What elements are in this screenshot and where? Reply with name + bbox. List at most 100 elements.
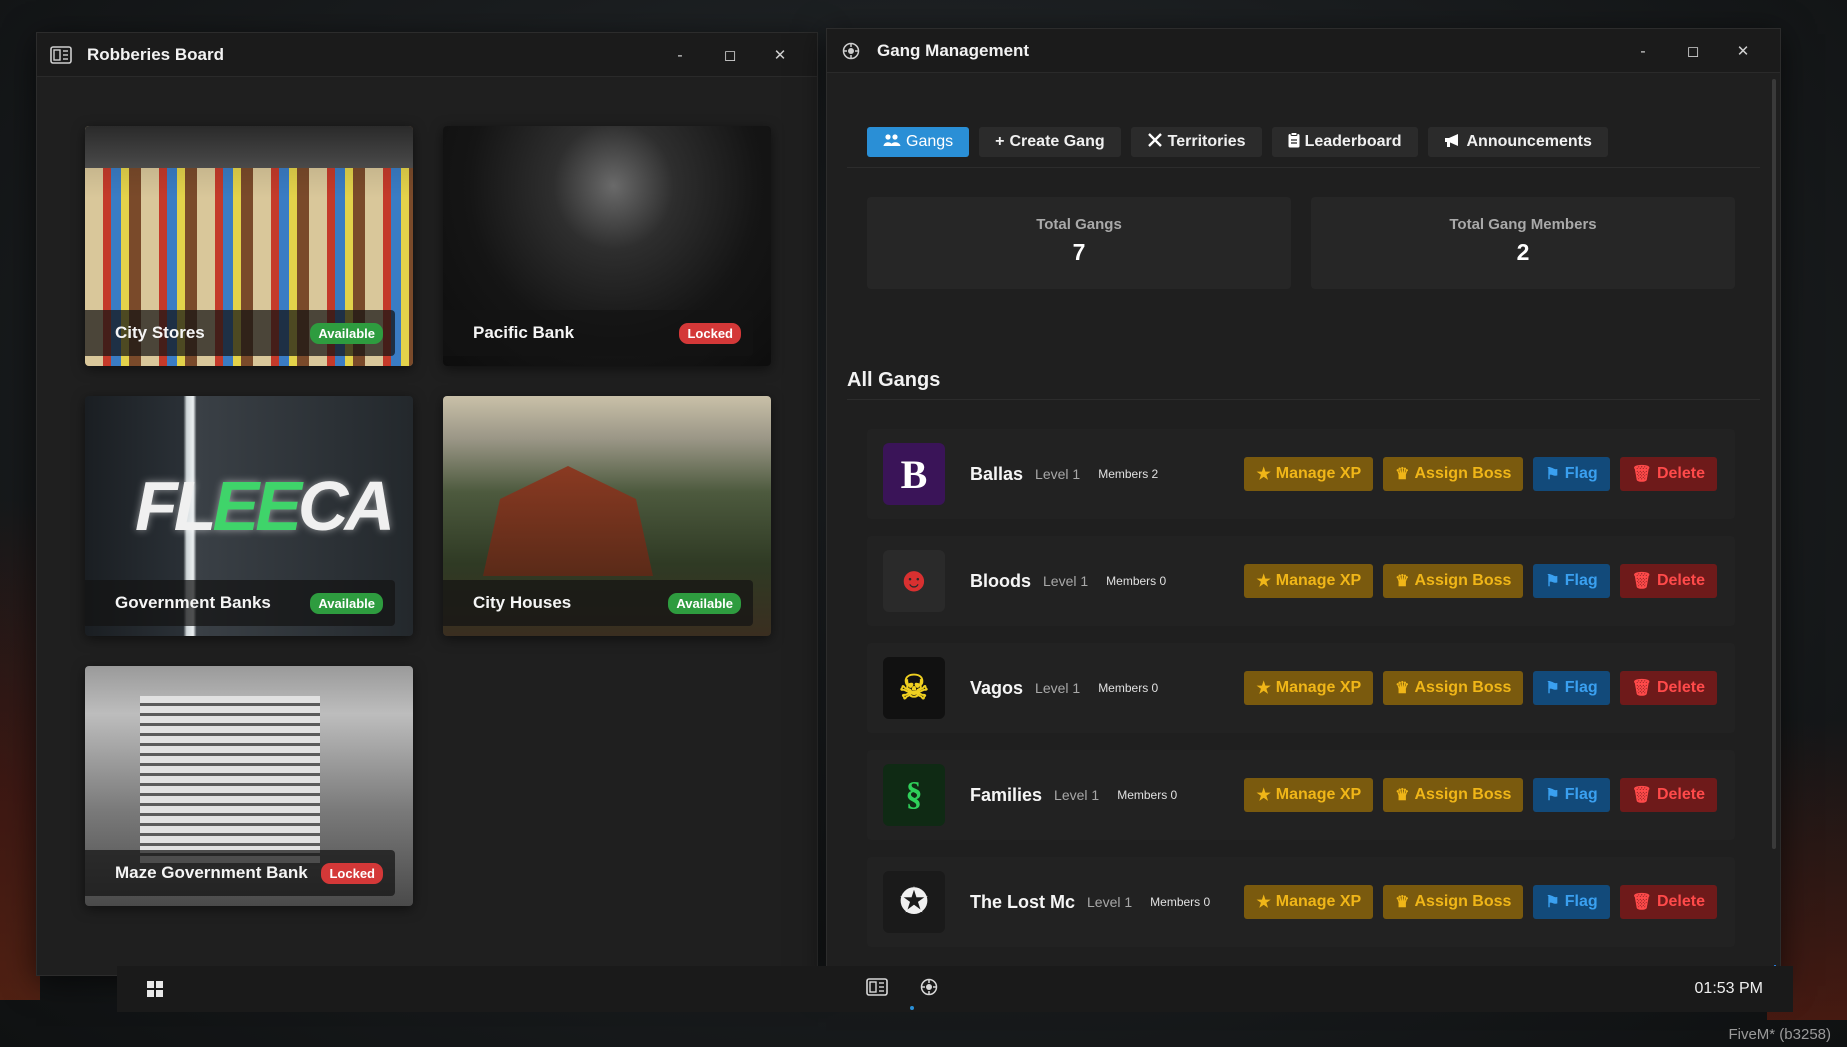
gang-management-window: Gang Management - ◻ ✕ Gangs + Create Gan…: [826, 28, 1781, 980]
section-divider: [847, 399, 1760, 400]
minimize-button[interactable]: -: [1618, 42, 1668, 60]
tab-territories[interactable]: Territories: [1130, 127, 1262, 157]
trash-icon: 🗑: [1631, 466, 1652, 483]
stat-value: 2: [1516, 239, 1530, 265]
assign-boss-button[interactable]: ♛ Assign Boss: [1383, 671, 1524, 705]
button-label: Delete: [1656, 465, 1705, 482]
close-button[interactable]: ✕: [1718, 42, 1768, 60]
gang-level: Level 1: [1035, 680, 1081, 696]
window-title: Gang Management: [877, 40, 1030, 60]
minimize-button[interactable]: -: [655, 46, 705, 64]
background-glow-left: [0, 500, 40, 1000]
delete-button[interactable]: 🗑 Delete: [1619, 778, 1717, 812]
gang-members: Members 0: [1098, 681, 1159, 695]
close-button[interactable]: ✕: [755, 46, 805, 64]
button-label: Assign Boss: [1414, 572, 1512, 589]
assign-boss-button[interactable]: ♛ Assign Boss: [1383, 457, 1524, 491]
taskbar-clock: 01:53 PM: [1694, 980, 1763, 997]
tab-leaderboard[interactable]: Leaderboard: [1271, 127, 1418, 157]
status-badge: Locked: [321, 862, 383, 884]
star-icon: ★: [1256, 787, 1271, 804]
flag-icon: ⚑: [1545, 894, 1560, 911]
assign-boss-button[interactable]: ♛ Assign Boss: [1383, 885, 1524, 919]
manage-xp-button[interactable]: ★ Manage XP: [1244, 457, 1374, 491]
gang-level: Level 1: [1043, 573, 1089, 589]
stat-value: 7: [1072, 239, 1086, 265]
flag-button[interactable]: ⚑ Flag: [1533, 564, 1610, 598]
fleeca-sign: FLEECA: [134, 467, 395, 545]
tab-gangs[interactable]: Gangs: [867, 127, 970, 157]
gang-row-the-lost-mc: ✪ The Lost Mc Level 1 Members 0 ★ Manage …: [867, 857, 1735, 947]
button-label: Flag: [1564, 679, 1598, 696]
trash-icon: 🗑: [1631, 573, 1652, 590]
gang-actions: ★ Manage XP ♛ Assign Boss ⚑ Flag 🗑 Delete: [1244, 778, 1717, 812]
flag-button[interactable]: ⚑ Flag: [1533, 885, 1610, 919]
gang-row-families: § Families Level 1 Members 0 ★ Manage XP …: [867, 750, 1735, 840]
button-label: Flag: [1564, 465, 1598, 482]
flag-icon: ⚑: [1545, 573, 1560, 590]
maximize-button[interactable]: ◻: [1668, 42, 1718, 60]
robbery-card-city-stores[interactable]: City Stores Available: [85, 126, 413, 366]
button-label: Flag: [1564, 786, 1598, 803]
card-label-bar: Government Banks Available: [85, 580, 395, 626]
gang-row-bloods: ☻ Bloods Level 1 Members 0 ★ Manage XP ♛ A…: [867, 536, 1735, 626]
robbery-card-pacific-bank[interactable]: Pacific Bank Locked: [443, 126, 771, 366]
flag-icon: ⚑: [1545, 787, 1560, 804]
star-icon: ★: [1256, 573, 1271, 590]
gang-name: Families: [970, 784, 1043, 805]
gang-name: Bloods: [970, 570, 1031, 591]
flag-button[interactable]: ⚑ Flag: [1533, 778, 1610, 812]
scrollbar[interactable]: [1772, 79, 1776, 849]
delete-button[interactable]: 🗑 Delete: [1619, 564, 1717, 598]
delete-button[interactable]: 🗑 Delete: [1619, 457, 1717, 491]
taskbar-gang-management[interactable]: [917, 977, 941, 1001]
manage-xp-button[interactable]: ★ Manage XP: [1244, 564, 1374, 598]
delete-button[interactable]: 🗑 Delete: [1619, 885, 1717, 919]
gang-actions: ★ Manage XP ♛ Assign Boss ⚑ Flag 🗑 Delete: [1244, 457, 1717, 491]
robbery-card-government-banks[interactable]: FLEECA Government Banks Available: [85, 396, 413, 636]
tab-create-gang[interactable]: + Create Gang: [979, 127, 1121, 157]
card-name: Maze Government Bank: [115, 863, 308, 882]
manage-xp-button[interactable]: ★ Manage XP: [1244, 885, 1374, 919]
card-label-bar: City Houses Available: [443, 580, 753, 626]
assign-boss-button[interactable]: ♛ Assign Boss: [1383, 778, 1524, 812]
status-badge: Available: [310, 322, 383, 344]
gang-titlebar[interactable]: Gang Management - ◻ ✕: [827, 29, 1780, 73]
windows-icon-tile: [156, 981, 163, 988]
families-logo-icon: §: [883, 764, 945, 826]
board-icon: [49, 45, 73, 65]
windows-icon-tile: [147, 990, 154, 997]
stat-label: Total Gangs: [1036, 216, 1122, 233]
manage-xp-button[interactable]: ★ Manage XP: [1244, 778, 1374, 812]
maximize-button[interactable]: ◻: [705, 46, 755, 64]
taskbar-robberies-board[interactable]: [865, 977, 914, 1010]
robberies-titlebar[interactable]: Robberies Board - ◻ ✕: [37, 33, 817, 77]
button-label: Delete: [1656, 572, 1705, 589]
megaphone-icon: [1444, 133, 1462, 152]
button-label: Assign Boss: [1414, 893, 1512, 910]
robbery-card-maze-government-bank[interactable]: Maze Government Bank Locked: [85, 666, 413, 906]
gang-actions: ★ Manage XP ♛ Assign Boss ⚑ Flag 🗑 Delete: [1244, 671, 1717, 705]
robbery-card-city-houses[interactable]: City Houses Available: [443, 396, 771, 636]
status-badge: Available: [668, 592, 741, 614]
tab-announcements[interactable]: Announcements: [1427, 127, 1608, 157]
button-label: Delete: [1656, 786, 1705, 803]
gang-level: Level 1: [1087, 894, 1133, 910]
tab-label: Announcements: [1466, 133, 1592, 150]
button-label: Manage XP: [1275, 893, 1362, 910]
card-name: City Houses: [473, 593, 572, 612]
board-icon: [866, 977, 888, 1001]
assign-boss-button[interactable]: ♛ Assign Boss: [1383, 564, 1524, 598]
gang-members: Members 0: [1150, 895, 1211, 909]
manage-xp-button[interactable]: ★ Manage XP: [1244, 671, 1374, 705]
status-badge: Available: [310, 592, 383, 614]
gang-members: Members 2: [1098, 467, 1159, 481]
button-label: Manage XP: [1275, 679, 1362, 696]
start-menu-button[interactable]: [147, 981, 163, 997]
delete-button[interactable]: 🗑 Delete: [1619, 671, 1717, 705]
gang-name: The Lost Mc: [970, 891, 1076, 912]
flag-button[interactable]: ⚑ Flag: [1533, 671, 1610, 705]
tab-label: Territories: [1167, 133, 1246, 150]
flag-button[interactable]: ⚑ Flag: [1533, 457, 1610, 491]
swords-icon: [1147, 132, 1163, 153]
